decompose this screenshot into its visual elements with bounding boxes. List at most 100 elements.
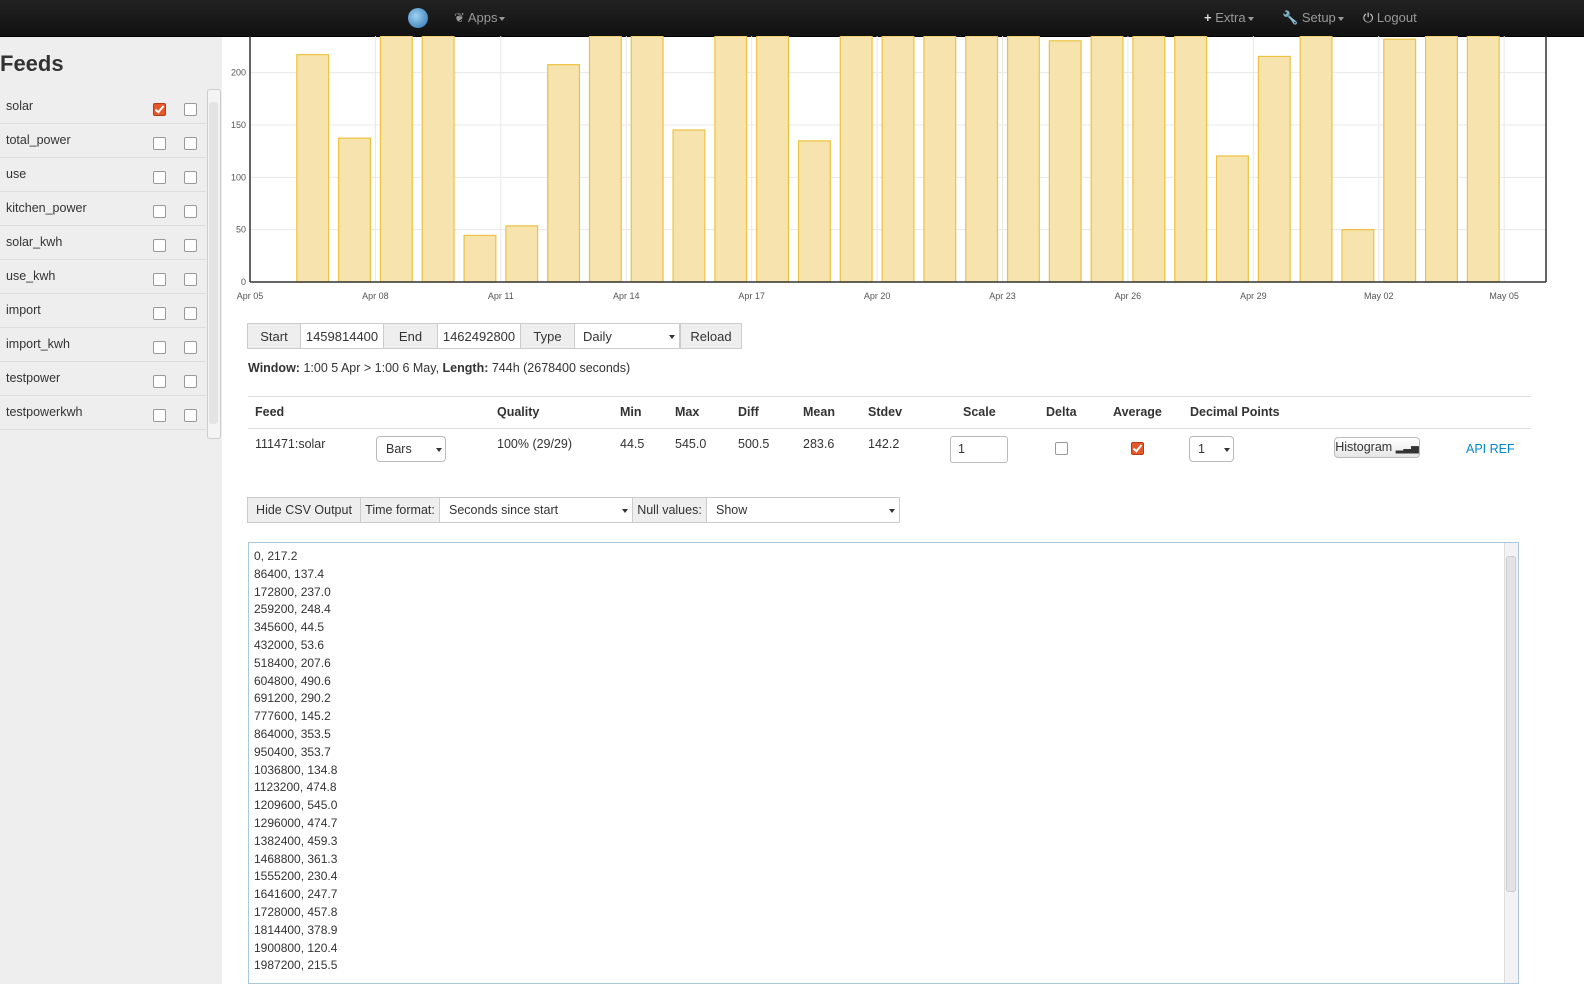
chart-bar [1006,36,1040,283]
api-ref-link[interactable]: API REF [1466,442,1515,456]
csv-line: 432000, 53.6 [254,638,325,652]
chart-bar [965,36,999,283]
feed-row[interactable]: solar_kwh [0,226,206,260]
decimal-points-select[interactable]: 1 [1189,436,1234,462]
feed-name: solar [6,99,34,113]
feed-left-axis-checkbox[interactable] [153,409,166,422]
feed-left-axis-checkbox[interactable] [153,307,166,320]
chart-bar [1048,40,1082,283]
mode-select[interactable]: Bars [376,436,446,462]
y-tick-label: 0 [241,277,246,287]
feed-left-axis-checkbox[interactable] [153,273,166,286]
end-label: End [383,323,438,349]
null-values-label: Null values: [632,497,707,523]
csv-output-textarea[interactable]: 0, 217.2 86400, 137.4 172800, 237.0 259200,… [248,542,1519,984]
feed-row[interactable]: total_power [0,124,206,158]
table-header-border [248,428,1531,429]
feed-row[interactable]: import_kwh [0,328,206,362]
start-input[interactable]: 1459814400 [300,323,384,349]
time-format-select[interactable]: Seconds since start [439,497,633,523]
feed-row[interactable]: kitchen_power [0,192,206,226]
mode-select-value: Bars [386,442,412,456]
scrollbar-thumb[interactable] [1506,556,1516,892]
feed-right-axis-checkbox[interactable] [184,171,197,184]
csv-line: 864000, 353.5 [254,727,331,741]
scale-input[interactable]: 1 [950,436,1008,463]
chevron-down-icon [1247,16,1254,21]
feed-right-axis-checkbox[interactable] [184,341,197,354]
feed-row[interactable]: import [0,294,206,328]
feed-right-axis-checkbox[interactable] [184,409,197,422]
row-feed: 111471:solar [255,437,326,451]
feed-right-axis-checkbox[interactable] [184,273,197,286]
csv-line: 1555200, 230.4 [254,869,338,884]
csv-line: 1036800, 134.8 [254,762,338,777]
chart-bar [1090,36,1124,283]
logout-link[interactable]: ⏻ Logout [1363,0,1417,36]
chart-bar [1132,36,1166,283]
feed-right-axis-checkbox[interactable] [184,375,197,388]
delta-checkbox[interactable] [1055,442,1068,455]
setup-menu[interactable]: 🔧 Setup [1282,0,1344,36]
time-format-label: Time format: [360,497,440,523]
chart-bar [1383,38,1417,283]
feed-name: use_kwh [6,269,56,283]
wrench-icon: 🔧 [1282,10,1299,25]
chart-bar [1299,36,1333,283]
type-select[interactable]: Daily [574,323,680,349]
chevron-down-icon [622,509,628,513]
x-tick-label: May 05 [1489,291,1519,301]
csv-line: 1382400, 459.3 [254,833,338,848]
feed-row[interactable]: testpower [0,362,206,396]
feed-list-scrollbar[interactable] [207,89,221,439]
scrollbar-thumb[interactable] [209,102,218,424]
feed-row[interactable]: use_kwh [0,260,206,294]
feed-right-axis-checkbox[interactable] [184,307,197,320]
csv-line: 691200, 290.2 [254,691,331,706]
chart-bar [881,36,915,283]
length-value: 744h (2678400 seconds) [491,361,631,375]
csv-scrollbar[interactable] [1504,543,1518,983]
x-tick-label: Apr 05 [237,291,264,301]
feed-bar-chart[interactable]: 0 50 100 150 200 Apr 05 Apr 08 Apr 11 Apr 14 Apr … [230,36,1560,308]
row-quality: 100% (29/29) [497,437,573,451]
apps-menu-label: Apps [467,10,498,25]
feed-row[interactable]: testpowerkwh [0,396,206,430]
row-max: 545.0 [675,437,707,451]
feed-right-axis-checkbox[interactable] [184,239,197,252]
header-delta: Delta [1046,405,1077,419]
hide-csv-button[interactable]: Hide CSV Output [247,497,361,523]
average-checkbox[interactable] [1131,442,1144,455]
row-mean: 283.6 [803,437,835,451]
extra-menu[interactable]: + Extra [1204,0,1254,36]
feed-left-axis-checkbox[interactable] [153,239,166,252]
feed-left-axis-checkbox[interactable] [153,375,166,388]
histogram-button[interactable]: Histogram ▂▃▅ [1334,437,1420,458]
feed-row[interactable]: use [0,158,206,192]
null-values-select[interactable]: Show [706,497,900,523]
feed-right-axis-checkbox[interactable] [184,205,197,218]
feed-left-axis-checkbox[interactable] [153,205,166,218]
feed-left-axis-checkbox[interactable] [153,103,166,116]
chart-bar [839,36,873,283]
feed-left-axis-checkbox[interactable] [153,341,166,354]
extra-menu-label: Extra [1215,10,1246,25]
chart-bar [505,225,539,283]
feed-row[interactable]: solar [0,90,206,124]
feed-right-axis-checkbox[interactable] [184,137,197,150]
apps-menu[interactable]: ❦ Apps [454,0,506,36]
emoncms-logo-icon[interactable] [408,8,428,28]
reload-button[interactable]: Reload [680,323,742,349]
x-tick-label: Apr 23 [989,291,1016,301]
feed-left-axis-checkbox[interactable] [153,137,166,150]
row-diff: 500.5 [738,437,770,451]
feed-right-axis-checkbox[interactable] [184,103,197,116]
chart-bar [1341,229,1375,283]
type-label: Type [520,323,575,349]
feed-left-axis-checkbox[interactable] [153,171,166,184]
end-input[interactable]: 1462492800 [437,323,521,349]
header-max: Max [675,405,700,419]
header-diff: Diff [738,405,759,419]
chart-bar [588,36,622,283]
window-label: Window: [248,361,300,375]
